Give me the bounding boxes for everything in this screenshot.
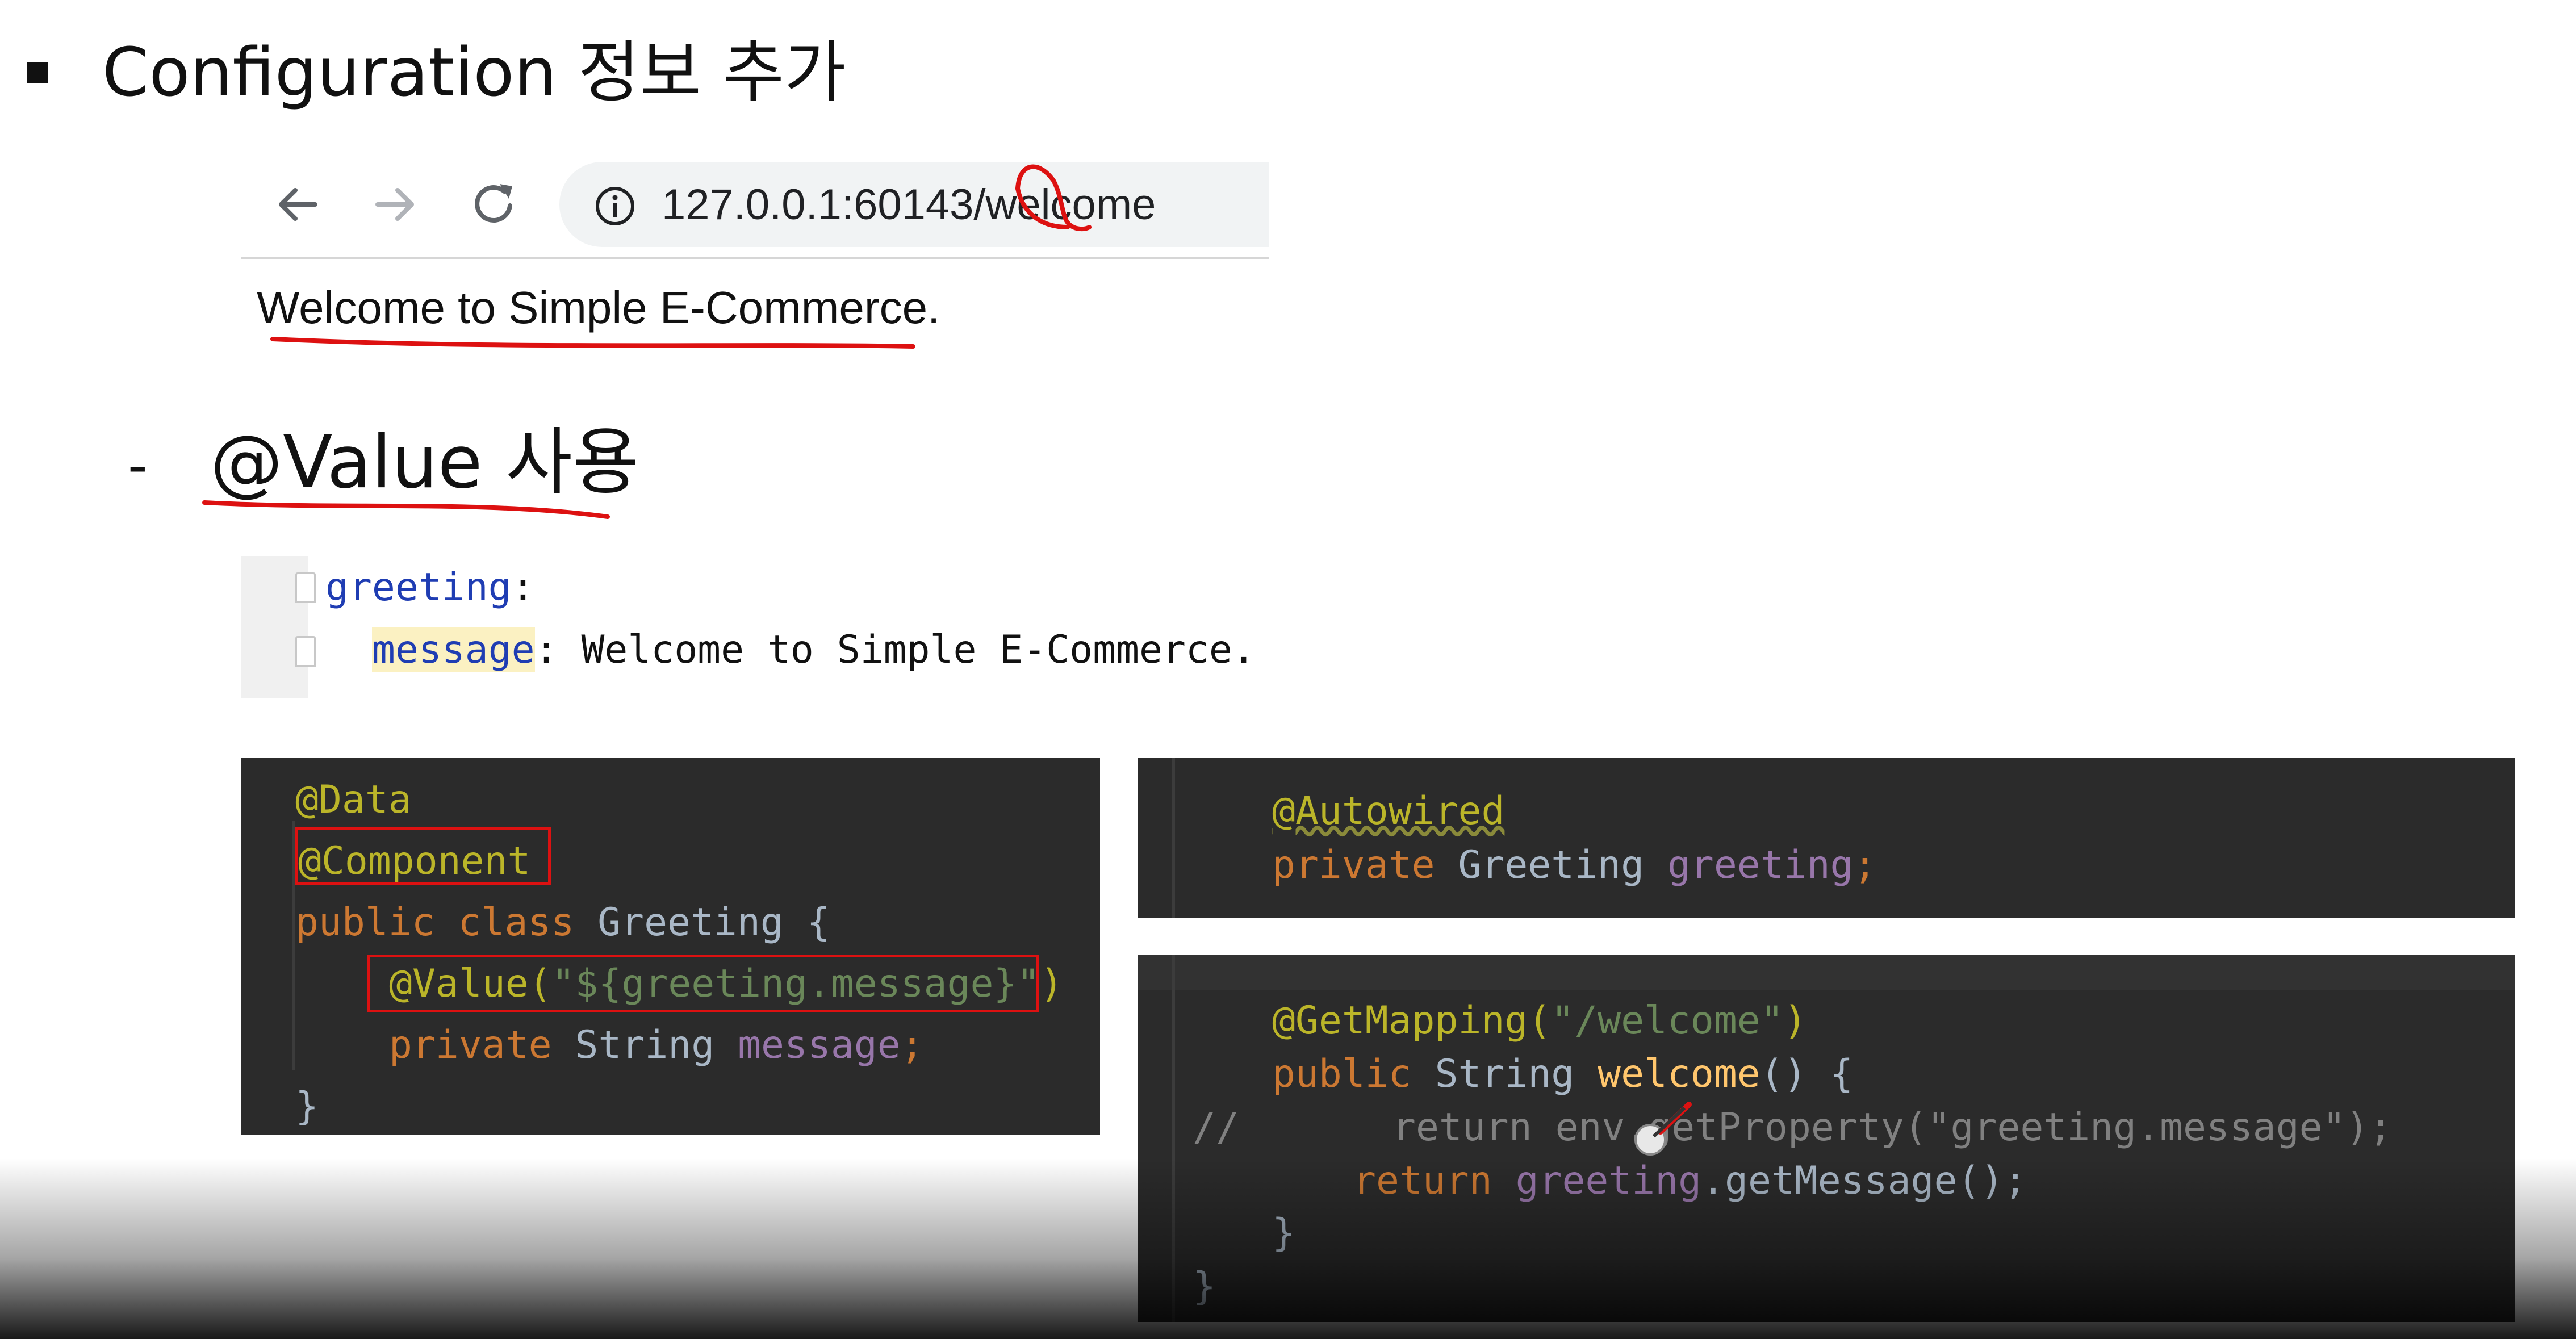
pen-annotations (202, 164, 1092, 519)
